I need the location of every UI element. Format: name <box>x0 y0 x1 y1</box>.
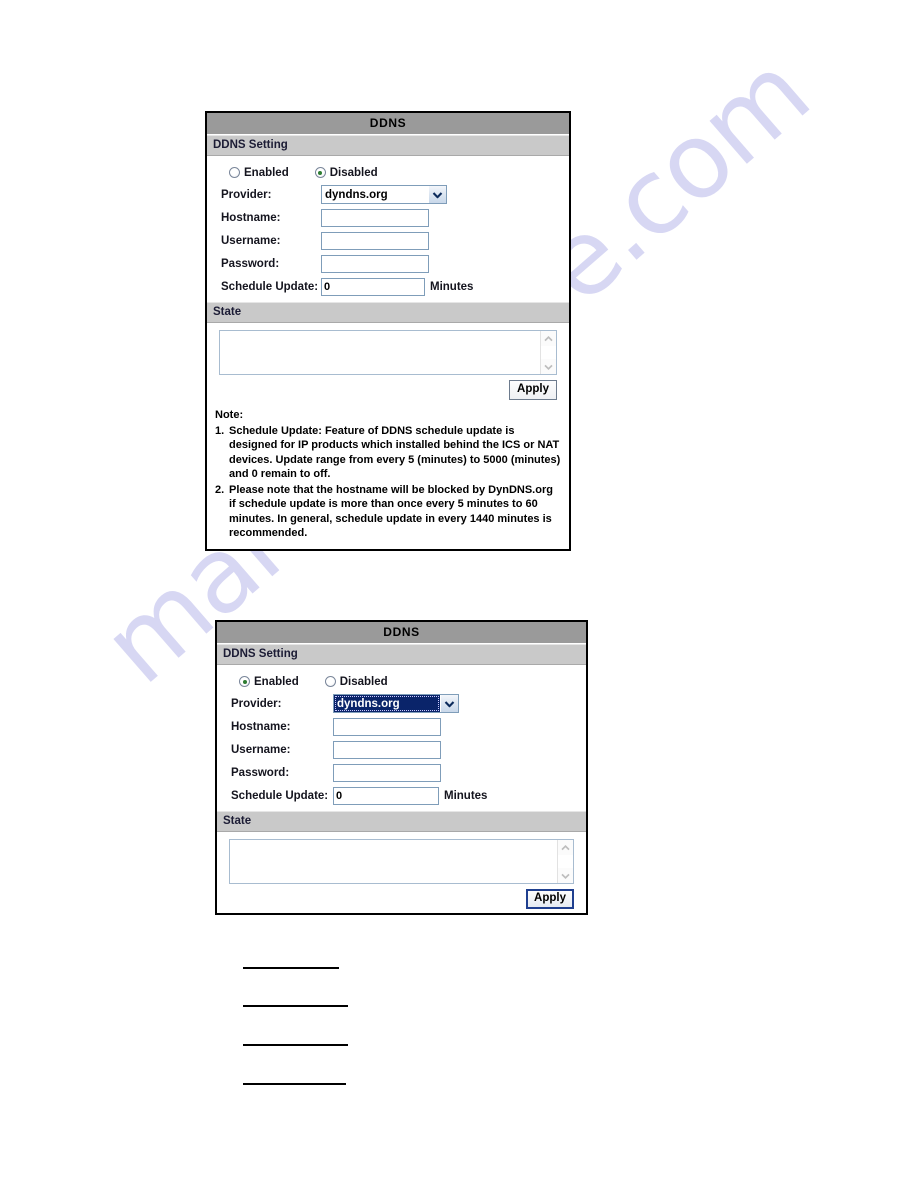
hostname-input[interactable] <box>333 717 441 736</box>
note-item-number: 2. <box>215 483 225 496</box>
note-block: Note: 1. Schedule Update: Feature of DDN… <box>207 404 569 549</box>
radio-disabled[interactable]: Disabled <box>314 166 378 179</box>
schedule-update-unit: Minutes <box>430 280 474 293</box>
password-input[interactable] <box>321 254 429 273</box>
state-textarea[interactable] <box>219 330 557 375</box>
ddns-panel-enabled: DDNS DDNS Setting Enabled Disabled Provi… <box>215 620 588 915</box>
chevron-down-icon[interactable] <box>440 695 458 712</box>
ddns-panel-disabled: DDNS DDNS Setting Enabled Disabled Provi… <box>205 111 571 551</box>
apply-row: Apply <box>217 884 586 913</box>
radio-enabled-label: Enabled <box>254 675 299 688</box>
section-header-state: State <box>207 302 569 323</box>
state-textarea[interactable] <box>229 839 574 884</box>
provider-select-value: dyndns.org <box>325 188 388 201</box>
note-item: 1. Schedule Update: Feature of DDNS sche… <box>215 424 561 482</box>
hostname-input[interactable] <box>321 208 429 227</box>
schedule-update-unit: Minutes <box>444 789 488 802</box>
field-row-username: Username: <box>207 229 569 252</box>
provider-select[interactable]: dyndns.org <box>321 185 447 204</box>
rule-line <box>243 1044 348 1046</box>
note-item-number: 1. <box>215 424 225 437</box>
section-header-state: State <box>217 811 586 832</box>
scroll-up-icon[interactable] <box>558 840 573 855</box>
ddns-form: Enabled Disabled Provider: dyndns.org Ho… <box>217 665 586 811</box>
enable-radio-group: Enabled Disabled <box>207 162 569 183</box>
rule-line <box>243 967 339 969</box>
section-header-ddns-setting: DDNS Setting <box>207 135 569 156</box>
radio-enabled-label: Enabled <box>244 166 289 179</box>
enable-radio-group: Enabled Disabled <box>217 671 586 692</box>
radio-disabled-label: Disabled <box>329 166 378 179</box>
username-input[interactable] <box>333 740 441 759</box>
radio-enabled-indicator[interactable] <box>239 676 250 687</box>
note-item-text: Please note that the hostname will be bl… <box>229 483 553 540</box>
rule-line <box>243 1083 346 1085</box>
label-password: Password: <box>221 257 280 270</box>
field-row-password: Password: <box>217 761 586 784</box>
schedule-update-input[interactable] <box>321 277 425 296</box>
note-heading: Note: <box>215 409 244 421</box>
state-area-wrapper <box>207 323 569 375</box>
rule-line <box>243 1005 348 1007</box>
radio-disabled-label: Disabled <box>339 675 388 688</box>
radio-enabled[interactable]: Enabled <box>229 167 289 179</box>
schedule-update-input[interactable] <box>333 786 439 805</box>
field-row-hostname: Hostname: <box>207 206 569 229</box>
label-schedule-update: Schedule Update: <box>231 789 329 802</box>
label-schedule-update: Schedule Update: <box>221 280 319 293</box>
state-scrollbar[interactable] <box>540 331 556 374</box>
apply-row: Apply <box>207 375 569 404</box>
apply-button[interactable]: Apply <box>509 380 557 400</box>
scroll-up-icon[interactable] <box>541 331 556 346</box>
label-provider: Provider: <box>231 697 282 710</box>
note-item: 2. Please note that the hostname will be… <box>215 483 561 541</box>
panel-title: DDNS <box>217 622 586 644</box>
radio-enabled-indicator[interactable] <box>229 167 240 178</box>
radio-disabled[interactable]: Disabled <box>324 675 388 688</box>
apply-button[interactable]: Apply <box>526 889 574 909</box>
section-header-ddns-setting: DDNS Setting <box>217 644 586 665</box>
username-input[interactable] <box>321 231 429 250</box>
field-row-provider: Provider: dyndns.org <box>207 183 569 206</box>
scroll-down-icon[interactable] <box>541 359 556 374</box>
radio-disabled-indicator[interactable] <box>314 167 326 178</box>
field-row-password: Password: <box>207 252 569 275</box>
chevron-down-icon[interactable] <box>428 186 446 203</box>
state-area-wrapper <box>217 832 586 884</box>
label-hostname: Hostname: <box>221 211 281 224</box>
provider-select[interactable]: dyndns.org <box>333 694 459 713</box>
state-textarea-body[interactable] <box>220 331 540 374</box>
provider-select-value: dyndns.org <box>334 695 440 712</box>
field-row-provider: Provider: dyndns.org <box>217 692 586 715</box>
field-row-hostname: Hostname: <box>217 715 586 738</box>
field-row-username: Username: <box>217 738 586 761</box>
state-textarea-body[interactable] <box>230 840 557 883</box>
scroll-down-icon[interactable] <box>558 868 573 883</box>
field-row-schedule-update: Schedule Update: Minutes <box>207 275 569 298</box>
label-username: Username: <box>221 234 281 247</box>
ddns-form: Enabled Disabled Provider: dyndns.org Ho… <box>207 156 569 302</box>
radio-disabled-indicator[interactable] <box>324 676 336 687</box>
field-row-schedule-update: Schedule Update: Minutes <box>217 784 586 807</box>
state-scrollbar[interactable] <box>557 840 573 883</box>
label-password: Password: <box>231 766 290 779</box>
label-username: Username: <box>231 743 291 756</box>
label-provider: Provider: <box>221 188 272 201</box>
label-hostname: Hostname: <box>231 720 291 733</box>
note-item-text: Schedule Update: Feature of DDNS schedul… <box>229 424 561 481</box>
radio-enabled[interactable]: Enabled <box>239 676 299 688</box>
panel-title: DDNS <box>207 113 569 135</box>
password-input[interactable] <box>333 763 441 782</box>
